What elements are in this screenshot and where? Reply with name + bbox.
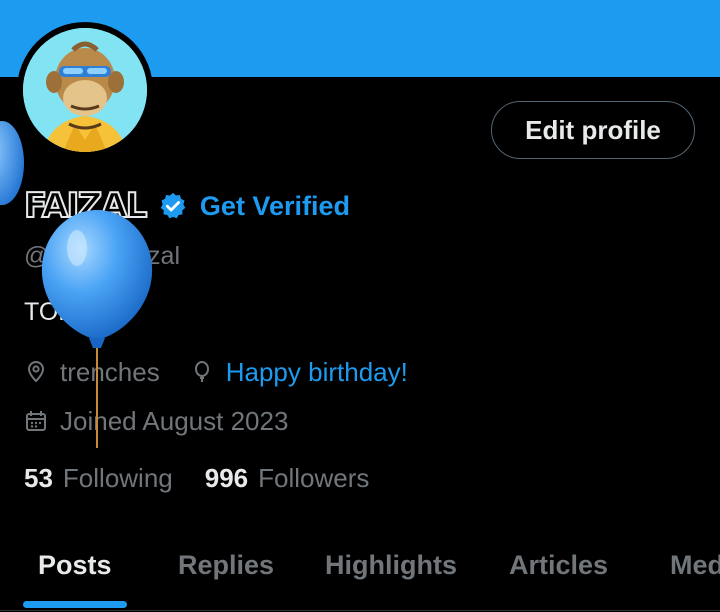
birthday-balloon-left-icon xyxy=(0,121,24,205)
followers-count[interactable]: 996 xyxy=(205,463,248,494)
active-tab-indicator xyxy=(23,601,127,608)
get-verified-link[interactable]: Get Verified xyxy=(200,191,350,222)
tab-replies[interactable]: Replies xyxy=(178,550,274,581)
location-pin-icon xyxy=(27,361,45,383)
name-row: FAIZAL Get Verified xyxy=(23,184,350,228)
location-text: trenches xyxy=(60,356,160,387)
ape-avatar-icon xyxy=(23,28,147,152)
following-count[interactable]: 53 xyxy=(24,463,53,494)
tab-articles[interactable]: Articles xyxy=(509,550,608,581)
birthday-text[interactable]: Happy birthday! xyxy=(226,357,408,388)
follow-stats: 53 Following 996 Followers xyxy=(24,463,369,494)
tab-highlights[interactable]: Highlights xyxy=(325,550,457,581)
balloon-icon xyxy=(194,361,209,382)
avatar[interactable] xyxy=(17,22,153,158)
display-name: FAIZAL xyxy=(23,185,148,227)
calendar-icon xyxy=(26,411,46,431)
joined-text: Joined August 2023 xyxy=(60,405,289,436)
following-label[interactable]: Following xyxy=(63,463,173,494)
profile-bio: TOP G. xyxy=(24,298,108,326)
tab-media[interactable]: Media xyxy=(670,550,720,581)
profile-handle: @AlphaFaizal xyxy=(24,242,181,270)
tab-posts[interactable]: Posts xyxy=(38,550,112,581)
profile-meta-row: trenches Happy birthday! xyxy=(24,356,408,388)
followers-label[interactable]: Followers xyxy=(258,463,369,494)
edit-profile-button[interactable]: Edit profile xyxy=(491,101,695,159)
verified-badge-icon[interactable] xyxy=(158,191,188,221)
joined-row: Joined August 2023 xyxy=(24,405,288,437)
avatar-image xyxy=(23,28,147,152)
tabs-divider xyxy=(0,610,720,611)
